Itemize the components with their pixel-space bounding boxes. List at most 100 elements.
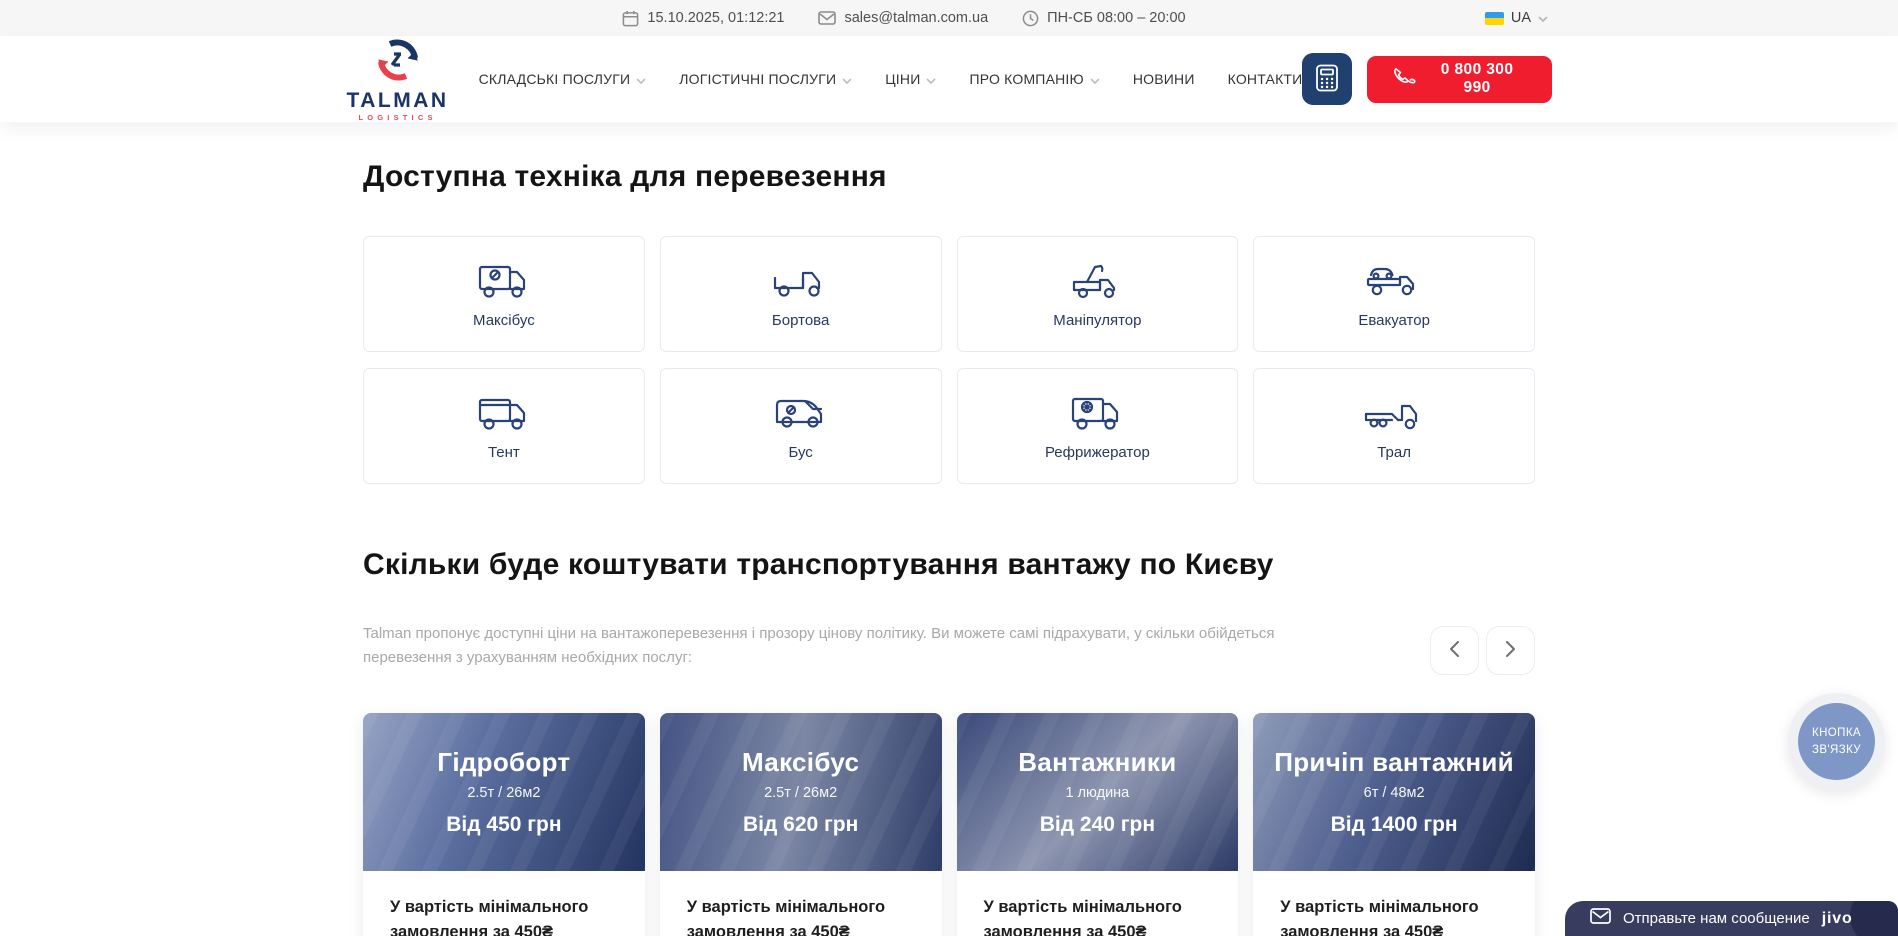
language-switcher[interactable]: UA [1485,0,1548,36]
pricing-card-cargo-trailer[interactable]: Причіп вантажний 6т / 48м2 Від 1400 грн … [1253,713,1535,936]
ukraine-flag-icon [1485,12,1504,25]
equipment-card-flatbed[interactable]: Бортова [660,236,942,352]
card-price: Від 450 грн [446,813,561,837]
nav-warehouse-services[interactable]: СКЛАДСЬКІ ПОСЛУГИ [479,71,647,87]
pricing-card-maxibus[interactable]: Максібус 2.5т / 26м2 Від 620 грн У варті… [660,713,942,936]
refrigerator-truck-icon [1065,391,1129,435]
pricing-card-loaders[interactable]: Вантажники 1 людина Від 240 грн У вартіс… [957,713,1239,936]
carousel-next-button[interactable] [1486,626,1535,675]
nav-label: ЛОГІСТИЧНІ ПОСЛУГИ [679,71,836,87]
pricing-cards: Гідроборт 2.5т / 26м2 Від 450 грн У варт… [363,713,1535,936]
nav-label: ПРО КОМПАНІЮ [969,71,1083,87]
card-capacity: 6т / 48м2 [1364,785,1425,801]
contact-fab-label: КНОПКА ЗВ'ЯЗКУ [1798,703,1875,780]
equipment-card-van[interactable]: Бус [660,368,942,484]
card-photo: Гідроборт 2.5т / 26м2 Від 450 грн [363,713,645,871]
chat-message-text: Отправьте нам сообщение [1623,910,1810,927]
nav-label: ЦІНИ [885,71,920,87]
datetime: 15.10.2025, 01:12:21 [622,10,784,27]
calculator-icon [1315,64,1339,95]
equipment-label: Бус [788,444,812,461]
datetime-text: 15.10.2025, 01:12:21 [647,10,784,26]
card-title: Вантажники [1018,747,1176,778]
carousel-prev-button[interactable] [1430,626,1479,675]
phone-number: 0 800 300 990 [1429,61,1526,97]
card-price: Від 620 грн [743,813,858,837]
email[interactable]: sales@talman.com.ua [818,10,988,26]
nav-label: КОНТАКТИ [1228,71,1303,87]
card-photo: Максібус 2.5т / 26м2 Від 620 грн [660,713,942,871]
equipment-label: Тент [488,444,520,461]
maxibus-truck-icon [472,259,536,303]
equipment-card-maxibus[interactable]: Максібус [363,236,645,352]
nav-about-company[interactable]: ПРО КОМПАНІЮ [969,71,1099,87]
card-note: У вартість мінімального замовлення за 45… [1280,895,1508,936]
calculator-button[interactable] [1302,53,1351,105]
card-title: Максібус [742,747,859,778]
pricing-description: Talman пропонує доступні ціни на вантажо… [363,622,1278,670]
chevron-left-icon [1450,641,1459,660]
nav-label: НОВИНИ [1133,71,1195,87]
equipment-label: Маніпулятор [1053,312,1141,329]
nav-news[interactable]: НОВИНИ [1133,71,1195,87]
tent-truck-icon [472,391,536,435]
main-content: Доступна техніка для перевезення Максібу… [363,122,1535,936]
nav-label: СКЛАДСЬКІ ПОСЛУГИ [479,71,631,87]
jivo-chat-bar[interactable]: Отправьте нам сообщение jivo [1565,901,1898,936]
chevron-right-icon [1506,641,1515,660]
card-capacity: 1 людина [1066,785,1130,801]
phone-button[interactable]: 0 800 300 990 [1367,56,1552,103]
card-capacity: 2.5т / 26м2 [764,785,837,801]
equipment-card-tow[interactable]: Евакуатор [1253,236,1535,352]
equipment-label: Максібус [473,312,535,329]
language-code: UA [1511,10,1531,26]
card-photo: Вантажники 1 людина Від 240 грн [957,713,1239,871]
main-nav: СКЛАДСЬКІ ПОСЛУГИ ЛОГІСТИЧНІ ПОСЛУГИ ЦІН… [479,71,1303,87]
card-title: Причіп вантажний [1274,747,1514,778]
logo-wordmark: TALMAN [347,90,449,111]
low-loader-truck-icon [1362,391,1426,435]
nav-logistics-services[interactable]: ЛОГІСТИЧНІ ПОСЛУГИ [679,71,852,87]
topbar: 15.10.2025, 01:12:21 sales@talman.com.ua… [0,0,1898,36]
crane-truck-icon [1065,259,1129,303]
flatbed-truck-icon [769,259,833,303]
card-note: У вартість мінімального замовлення за 45… [984,895,1212,936]
pricing-section-title: Скільки буде коштувати транспортування в… [363,548,1535,582]
nav-contacts[interactable]: КОНТАКТИ [1228,71,1303,87]
tow-truck-icon [1362,259,1426,303]
card-price: Від 240 грн [1040,813,1155,837]
chevron-down-icon [842,71,852,87]
chevron-down-icon [636,71,646,87]
equipment-card-crane[interactable]: Маніпулятор [957,236,1239,352]
logo-emblem-icon [375,37,421,88]
nav-prices[interactable]: ЦІНИ [885,71,936,87]
header: TALMAN LOGISTICS СКЛАДСЬКІ ПОСЛУГИ ЛОГІС… [0,36,1898,122]
equipment-label: Евакуатор [1358,312,1430,329]
phone-icon [1393,67,1417,92]
email-text: sales@talman.com.ua [844,10,988,26]
chevron-down-icon [926,71,936,87]
equipment-card-low-loader[interactable]: Трал [1253,368,1535,484]
topbar-info: 15.10.2025, 01:12:21 sales@talman.com.ua… [622,10,1185,27]
talman-logo[interactable]: TALMAN LOGISTICS [347,37,449,122]
pricing-card-hydroboard[interactable]: Гідроборт 2.5т / 26м2 Від 450 грн У варт… [363,713,645,936]
page: 15.10.2025, 01:12:21 sales@talman.com.ua… [0,0,1898,936]
equipment-label: Рефрижератор [1045,444,1150,461]
pricing-intro-row: Talman пропонує доступні ціни на вантажо… [363,622,1535,675]
card-capacity: 2.5т / 26м2 [467,785,540,801]
card-note: У вартість мінімального замовлення за 45… [687,895,915,936]
card-photo: Причіп вантажний 6т / 48м2 Від 1400 грн [1253,713,1535,871]
equipment-card-refrigerator[interactable]: Рефрижератор [957,368,1239,484]
equipment-label: Бортова [772,312,829,329]
envelope-icon [818,11,836,25]
carousel-controls [1430,626,1535,675]
card-note: У вартість мінімального замовлення за 45… [390,895,618,936]
chevron-down-icon [1538,10,1548,26]
working-hours: ПН-СБ 08:00 – 20:00 [1022,10,1185,27]
logo-subtitle: LOGISTICS [358,114,436,122]
equipment-section-title: Доступна техніка для перевезення [363,122,1535,194]
card-title: Гідроборт [437,747,570,778]
chevron-down-icon [1090,71,1100,87]
equipment-card-tent[interactable]: Тент [363,368,645,484]
contact-fab[interactable]: КНОПКА ЗВ'ЯЗКУ [1788,693,1885,790]
